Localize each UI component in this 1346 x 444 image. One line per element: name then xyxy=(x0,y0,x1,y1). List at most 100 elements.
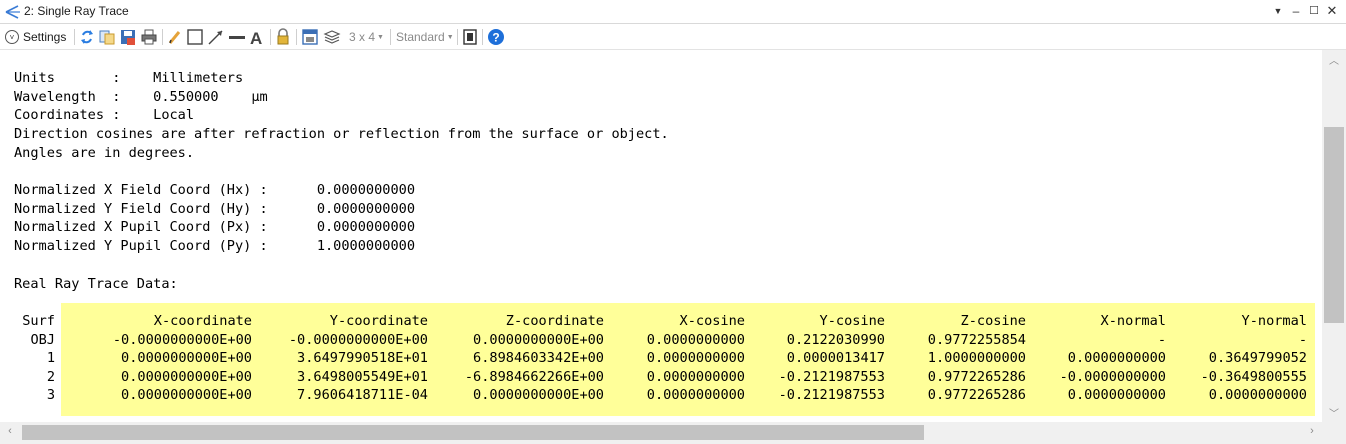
table-header-cell: Y-cosine xyxy=(819,313,885,329)
table-cell: 1.0000000000 xyxy=(927,350,1026,367)
table-cell: - xyxy=(1298,331,1307,348)
toolbar-separator xyxy=(457,29,458,45)
ray-trace-icon xyxy=(5,5,20,19)
chevron-down-icon: ▼ xyxy=(446,33,454,41)
field-coord-hy: Normalized Y Field Coord (Hy) : 0.000000… xyxy=(14,201,416,217)
real-ray-trace-title: Real Ray Trace Data: xyxy=(14,276,178,292)
copy-icon[interactable] xyxy=(98,28,116,46)
close-button[interactable]: ✕ xyxy=(1324,3,1340,19)
table-cell: 3 xyxy=(46,387,55,404)
table-cell: 0.0000000000E+00 xyxy=(121,387,252,404)
table-cell: -0.3649800555 xyxy=(1200,368,1307,385)
table-cell: 0.9772265286 xyxy=(927,387,1026,404)
toolbar: ˅ Settings A 3 x 4 ▼ Standard ▼ ? xyxy=(0,24,1346,50)
lock-icon[interactable] xyxy=(275,28,291,46)
chevron-down-icon: ▼ xyxy=(377,33,384,41)
table-cell: 0.0000000000 xyxy=(1208,387,1307,404)
toolbar-separator xyxy=(482,29,483,45)
table-header-cell: X-coordinate xyxy=(153,313,252,329)
help-icon[interactable]: ? xyxy=(487,28,505,46)
maximize-pane-icon[interactable] xyxy=(462,28,478,46)
field-coord-hx: Normalized X Field Coord (Hx) : 0.000000… xyxy=(14,182,416,198)
title-bar: 2: Single Ray Trace ▼ – ☐ ✕ xyxy=(0,0,1346,24)
table-header-cell: X-cosine xyxy=(679,313,745,329)
horizontal-scrollbar[interactable]: ‹ › xyxy=(0,422,1322,444)
line-icon[interactable] xyxy=(228,28,246,46)
table-cell: -6.8984662266E+00 xyxy=(464,368,604,385)
table-header-cell: Y-normal xyxy=(1241,313,1307,329)
table-cell: 0.9772255854 xyxy=(927,331,1026,348)
table-cell: 0.0000000000E+00 xyxy=(121,350,252,367)
table-cell: -0.2121987553 xyxy=(778,387,885,404)
table-cell: -0.0000000000E+00 xyxy=(112,331,252,348)
table-cell: - xyxy=(1157,331,1166,348)
table-cell: -0.0000000000 xyxy=(1059,368,1166,385)
table-cell: 2 xyxy=(46,368,55,385)
pupil-coord-py: Normalized Y Pupil Coord (Py) : 1.000000… xyxy=(14,238,416,254)
table-cell: 0.0000000000E+00 xyxy=(121,368,252,385)
table-cell: 3.6497990518E+01 xyxy=(297,350,428,367)
table-cell: OBJ xyxy=(30,331,55,348)
direction-cosines-note: Direction cosines are after refraction o… xyxy=(14,126,669,142)
wavelength-line: Wavelength : 0.550000 µm xyxy=(14,89,268,105)
svg-text:?: ? xyxy=(492,31,499,45)
table-header-cell: Surf xyxy=(22,313,55,329)
layers-icon[interactable] xyxy=(323,28,341,46)
table-cell: 0.0000000000E+00 xyxy=(473,387,604,404)
table-cell: 1 xyxy=(46,350,55,367)
settings-button[interactable]: ˅ Settings xyxy=(5,28,66,46)
table-cell: 0.0000000000 xyxy=(646,387,745,404)
text-icon[interactable]: A xyxy=(249,28,265,46)
table-header-cell: Z-coordinate xyxy=(505,313,604,329)
vertical-scroll-thumb[interactable] xyxy=(1324,127,1344,323)
window-title: 2: Single Ray Trace xyxy=(24,4,129,18)
report-content: Units : Millimeters Wavelength : 0.55000… xyxy=(0,50,1322,422)
settings-label: Settings xyxy=(23,30,67,44)
table-cell: 0.0000013417 xyxy=(786,350,885,367)
minimize-button[interactable]: – xyxy=(1288,3,1304,19)
save-icon[interactable] xyxy=(119,28,137,46)
table-header-cell: Y-coordinate xyxy=(329,313,428,329)
rectangle-icon[interactable] xyxy=(186,28,204,46)
print-icon[interactable] xyxy=(140,28,158,46)
window-icon[interactable] xyxy=(301,28,319,46)
table-cell: 0.3649799052 xyxy=(1208,350,1307,367)
table-header-cell: Z-cosine xyxy=(960,313,1026,329)
toolbar-separator xyxy=(390,29,391,45)
toolbar-separator xyxy=(74,29,75,45)
toolbar-separator xyxy=(162,29,163,45)
scroll-up-icon[interactable]: ︿ xyxy=(1322,52,1346,67)
table-cell: 0.2122030990 xyxy=(786,331,885,348)
maximize-button[interactable]: ☐ xyxy=(1306,3,1322,19)
units-line: Units : Millimeters xyxy=(14,70,244,86)
scroll-left-icon[interactable]: ‹ xyxy=(2,425,18,437)
toolbar-separator xyxy=(270,29,271,45)
table-cell: 0.0000000000E+00 xyxy=(473,331,604,348)
angles-note: Angles are in degrees. xyxy=(14,145,195,161)
svg-text:A: A xyxy=(250,29,262,46)
style-dropdown[interactable]: Standard ▼ xyxy=(396,28,454,46)
table-header-cell: X-normal xyxy=(1100,313,1166,329)
table-cell: 0.0000000000 xyxy=(1067,387,1166,404)
window-menu-chevron-icon[interactable]: ▼ xyxy=(1270,3,1286,19)
chevron-down-icon: ˅ xyxy=(5,30,19,44)
layout-dropdown[interactable]: 3 x 4 ▼ xyxy=(349,28,384,46)
table-cell: 0.9772265286 xyxy=(927,368,1026,385)
table-cell: 0.0000000000 xyxy=(1067,350,1166,367)
arrow-icon[interactable] xyxy=(207,28,225,46)
vertical-scrollbar[interactable]: ︿ ﹀ xyxy=(1322,50,1346,422)
refresh-icon[interactable] xyxy=(79,28,95,46)
table-cell: 0.0000000000 xyxy=(646,350,745,367)
scrollbar-corner xyxy=(1322,422,1346,444)
table-cell: 6.8984603342E+00 xyxy=(473,350,604,367)
pupil-coord-px: Normalized X Pupil Coord (Px) : 0.000000… xyxy=(14,219,416,235)
toolbar-separator xyxy=(296,29,297,45)
scroll-right-icon[interactable]: › xyxy=(1304,425,1320,437)
table-cell: 3.6498005549E+01 xyxy=(297,368,428,385)
pencil-icon[interactable] xyxy=(167,28,183,46)
table-cell: 0.0000000000 xyxy=(646,331,745,348)
table-cell: 0.0000000000 xyxy=(646,368,745,385)
horizontal-scroll-thumb[interactable] xyxy=(22,425,924,440)
scroll-down-icon[interactable]: ﹀ xyxy=(1322,405,1346,420)
table-cell: -0.2121987553 xyxy=(778,368,885,385)
